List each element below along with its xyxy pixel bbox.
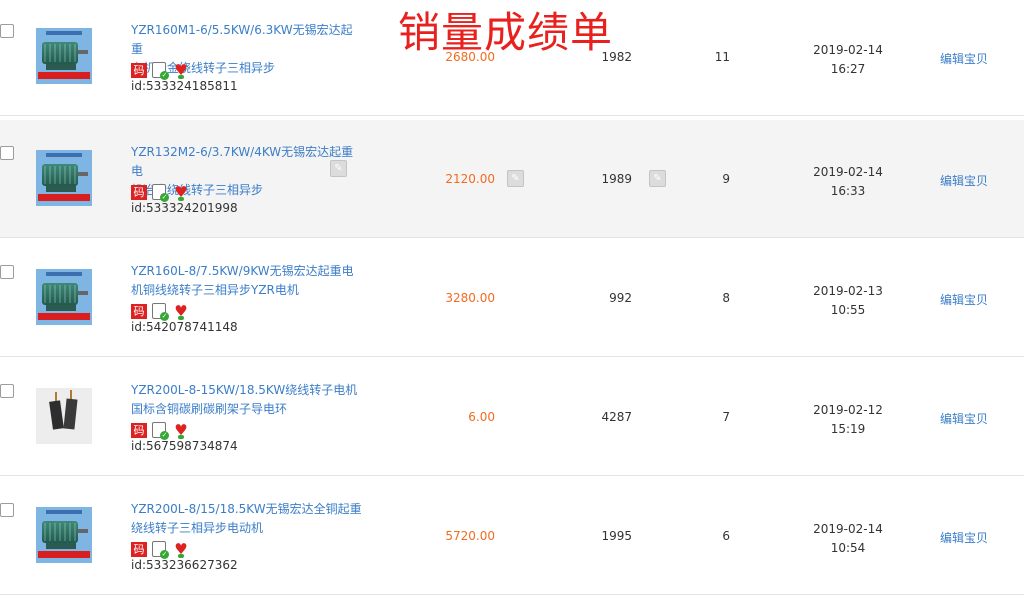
- phone-verified-icon: ✓: [152, 62, 169, 80]
- product-title-line-1: YZR160M1-6/5.5KW/6.3KW无锡宏达起重: [131, 23, 353, 56]
- service-badges: 码 ✓ ♥: [131, 422, 189, 440]
- product-title-link[interactable]: YZR200L-8/15/18.5KW无锡宏达全铜起重 绕线转子三相异步电动机: [131, 500, 363, 538]
- listing-datetime: 2019-02-14 10:54: [797, 520, 899, 558]
- product-thumbnail[interactable]: [36, 388, 92, 444]
- table-row: YZR200L-8-15KW/18.5KW绕线转子电机 国标含铜碳刷碳刷架子导电环…: [0, 358, 1024, 476]
- listing-date: 2019-02-14: [813, 522, 883, 536]
- edit-item-link[interactable]: 编辑宝贝: [940, 50, 988, 67]
- product-title-line-1: YZR132M2-6/3.7KW/4KW无锡宏达起重电: [131, 145, 354, 178]
- sales-count: 8: [722, 291, 730, 305]
- service-badges: 码 ✓ ♥: [131, 62, 189, 80]
- row-checkbox[interactable]: [0, 503, 14, 517]
- overlay-title: 销量成绩单: [398, 8, 614, 57]
- sales-count: 6: [722, 529, 730, 543]
- sales-count: 9: [722, 172, 730, 186]
- price-value: 3280.00: [445, 291, 495, 305]
- code-badge-icon: 码: [131, 303, 147, 319]
- edit-item-link[interactable]: 编辑宝贝: [940, 529, 988, 546]
- listing-datetime: 2019-02-12 15:19: [797, 401, 899, 439]
- product-title-link[interactable]: YZR200L-8-15KW/18.5KW绕线转子电机 国标含铜碳刷碳刷架子导电环: [131, 381, 363, 419]
- carbon-brush-image: [36, 388, 92, 444]
- edit-item-link[interactable]: 编辑宝贝: [940, 172, 988, 189]
- listing-time: 10:55: [830, 303, 866, 317]
- listing-time: 15:19: [830, 422, 866, 436]
- row-checkbox[interactable]: [0, 265, 14, 279]
- listing-time: 16:33: [830, 184, 866, 198]
- service-badges: 码 ✓ ♥: [131, 303, 189, 321]
- code-badge-icon: 码: [131, 62, 147, 78]
- row-checkbox[interactable]: [0, 24, 14, 38]
- code-badge-icon: 码: [131, 541, 147, 557]
- row-checkbox[interactable]: [0, 384, 14, 398]
- product-thumbnail[interactable]: [36, 269, 92, 325]
- code-badge-icon: 码: [131, 422, 147, 438]
- code-badge-icon: 码: [131, 184, 147, 200]
- listing-datetime: 2019-02-14 16:33: [797, 163, 899, 201]
- listing-date: 2019-02-14: [813, 165, 883, 179]
- motor-image: [36, 150, 92, 206]
- listing-time: 16:27: [830, 62, 866, 76]
- price-value: 6.00: [468, 410, 495, 424]
- product-thumbnail[interactable]: [36, 150, 92, 206]
- phone-verified-icon: ✓: [152, 541, 169, 559]
- row-checkbox[interactable]: [0, 146, 14, 160]
- motor-image: [36, 507, 92, 563]
- heart-badge-icon: ♥: [173, 541, 189, 558]
- motor-image: [36, 28, 92, 84]
- service-badges: 码 ✓ ♥: [131, 541, 189, 559]
- item-id: id:533324185811: [131, 79, 238, 93]
- item-id: id:567598734874: [131, 439, 238, 453]
- heart-badge-icon: ♥: [173, 62, 189, 79]
- service-badges: 码 ✓ ♥: [131, 184, 189, 202]
- product-title-line-1: YZR200L-8/15/18.5KW无锡宏达全铜起重: [131, 502, 362, 516]
- phone-verified-icon: ✓: [152, 303, 169, 321]
- stock-value: 992: [609, 291, 632, 305]
- price-value: 5720.00: [445, 529, 495, 543]
- sales-count: 7: [722, 410, 730, 424]
- price-value: 2120.00: [445, 172, 495, 186]
- product-title-line-2: 机铜线绕转子三相异步YZR电机: [131, 283, 299, 297]
- listing-date: 2019-02-13: [813, 284, 883, 298]
- product-title-link[interactable]: YZR160L-8/7.5KW/9KW无锡宏达起重电 机铜线绕转子三相异步YZR电…: [131, 262, 363, 300]
- edit-stock-pencil-icon[interactable]: ✎: [649, 170, 666, 187]
- item-id: id:533324201998: [131, 201, 238, 215]
- item-id: id:542078741148: [131, 320, 238, 334]
- sales-count: 11: [714, 50, 730, 64]
- stock-value: 1989: [601, 172, 632, 186]
- product-thumbnail[interactable]: [36, 507, 92, 563]
- edit-price-pencil-icon[interactable]: ✎: [507, 170, 524, 187]
- edit-item-link[interactable]: 编辑宝贝: [940, 410, 988, 427]
- table-row: YZR132M2-6/3.7KW/4KW无锡宏达起重电 机冶金绕线转子三相异步码 ✓…: [0, 120, 1024, 238]
- product-thumbnail[interactable]: [36, 28, 92, 84]
- listing-time: 10:54: [830, 541, 866, 555]
- listing-datetime: 2019-02-14 16:27: [797, 41, 899, 79]
- listing-date: 2019-02-14: [813, 43, 883, 57]
- listing-datetime: 2019-02-13 10:55: [797, 282, 899, 320]
- heart-badge-icon: ♥: [173, 184, 189, 201]
- listing-date: 2019-02-12: [813, 403, 883, 417]
- phone-verified-icon: ✓: [152, 422, 169, 440]
- product-title-line-1: YZR200L-8-15KW/18.5KW绕线转子电机: [131, 383, 358, 397]
- edit-title-pencil-icon[interactable]: ✎: [330, 160, 347, 177]
- heart-badge-icon: ♥: [173, 422, 189, 439]
- edit-item-link[interactable]: 编辑宝贝: [940, 291, 988, 308]
- product-title-line-1: YZR160L-8/7.5KW/9KW无锡宏达起重电: [131, 264, 354, 278]
- item-id: id:533236627362: [131, 558, 238, 572]
- product-title-line-2: 国标含铜碳刷碳刷架子导电环: [131, 402, 288, 416]
- product-title-line-2: 绕线转子三相异步电动机: [131, 521, 264, 535]
- table-row: YZR200L-8/15/18.5KW无锡宏达全铜起重 绕线转子三相异步电动机码 ✓…: [0, 477, 1024, 595]
- table-row: YZR160L-8/7.5KW/9KW无锡宏达起重电 机铜线绕转子三相异步YZR电…: [0, 239, 1024, 357]
- heart-badge-icon: ♥: [173, 303, 189, 320]
- stock-value: 1995: [601, 529, 632, 543]
- phone-verified-icon: ✓: [152, 184, 169, 202]
- stock-value: 4287: [601, 410, 632, 424]
- motor-image: [36, 269, 92, 325]
